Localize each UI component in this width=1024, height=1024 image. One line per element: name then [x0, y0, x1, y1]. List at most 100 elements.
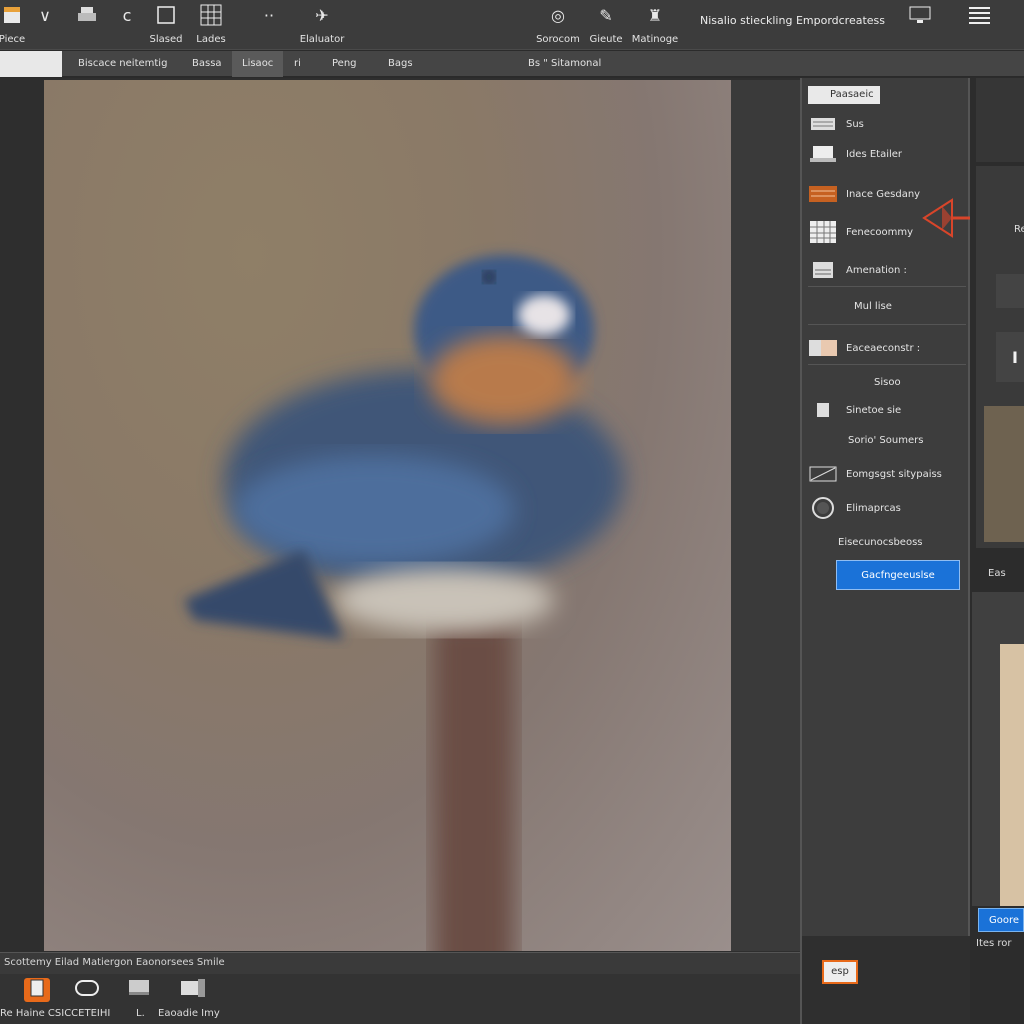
panel-divider	[808, 286, 966, 287]
panel-primary-button[interactable]: Gacfngeeuslse	[836, 560, 960, 590]
monitor-icon	[909, 4, 931, 26]
tools-icon: ✈	[315, 5, 329, 25]
main-toolbar: Piece ∨ ϲ Slased Lades ·· ✈ Elaluator ◎ …	[0, 0, 1024, 50]
toolbar-brush-button[interactable]: ∨	[34, 4, 56, 48]
toolbar-curve-button[interactable]: ϲ	[116, 4, 138, 48]
canvas-gutter	[731, 80, 800, 951]
panel-item-label: Sus	[846, 118, 864, 130]
window-icon	[180, 978, 206, 1002]
monitor-button[interactable]	[126, 978, 152, 1002]
panel-divider	[808, 324, 966, 325]
toolbar-label: Slased	[149, 34, 183, 45]
square-outline-button[interactable]	[24, 978, 50, 1002]
panel-tab[interactable]: Paasaeic	[808, 86, 880, 104]
toolbar-label: Matinoge	[631, 34, 679, 45]
panel-item-label: Eaceaeconstr :	[846, 342, 921, 354]
circle-icon	[808, 497, 838, 519]
panel-item-label: Ides Etailer	[846, 148, 903, 160]
circle-button[interactable]	[74, 978, 100, 1002]
panel-item-label: Amenation :	[846, 264, 907, 276]
panel-item-label: Sisoo	[874, 376, 901, 388]
footer-badge[interactable]: esp	[822, 960, 858, 984]
strip-footer-text: Ites ror	[976, 938, 1012, 949]
curve-icon: ϲ	[122, 5, 132, 25]
toolbar-label: Elaluator	[299, 34, 345, 45]
workspace	[0, 78, 800, 952]
option-item[interactable]: Bs " Sitamonal	[528, 51, 601, 77]
toolbar-label: Gieute	[589, 34, 623, 45]
toolbar-pen-button[interactable]: ✎ Gieute	[586, 4, 626, 48]
panel-item-eisecunoc[interactable]: Eisecunocsbeoss	[808, 528, 966, 556]
toolbar-document-button[interactable]: Piece	[0, 4, 30, 48]
toolbar-grid-button[interactable]: Lades	[190, 4, 232, 48]
panel-item-label: Sinetoe sie	[846, 404, 902, 416]
strip-label: Ree	[1014, 224, 1024, 235]
chart-icon	[808, 260, 838, 280]
dots-icon: ··	[263, 5, 275, 25]
option-item[interactable]: Peng	[332, 51, 357, 77]
panel-item-sitypaiss[interactable]: Eomgsgst sitypaiss	[808, 460, 966, 488]
toolbar-stamp-button[interactable]: ♜ Matinoge	[630, 4, 680, 48]
list-icon	[968, 4, 990, 26]
toolbar-label: Sorocom	[536, 34, 580, 45]
strip-label: Eas	[988, 568, 1006, 579]
strip-panel	[976, 78, 1024, 162]
panel-item-eaceaeconstr[interactable]: Eaceaeconstr :	[808, 334, 966, 362]
panel-item-amenation[interactable]: Amenation :	[808, 256, 966, 284]
strip-preview	[1000, 644, 1024, 906]
table-icon	[808, 221, 838, 243]
camera-icon: ◎	[551, 5, 565, 25]
panel-item-label: Mul lise	[854, 300, 892, 312]
bottom-bar: Re Haine CSICCETEIHI L. Eaoadie Imy	[0, 974, 800, 1024]
panel-item-label: Inace Gesdany	[846, 188, 921, 200]
toolbar-monitor-button[interactable]	[906, 4, 934, 48]
options-swatch[interactable]	[0, 51, 62, 77]
panel-tab-label: Paasaeic	[830, 89, 874, 100]
app-window: Piece ∨ ϲ Slased Lades ·· ✈ Elaluator ◎ …	[0, 0, 1024, 1024]
document-icon	[1, 4, 23, 26]
bottom-label: Eaoadie Imy	[158, 1008, 220, 1019]
panel-item-mul-lise[interactable]: Mul lise	[808, 292, 966, 320]
strip-label: I	[1012, 348, 1018, 367]
panel-item-label: Eisecunocsbeoss	[838, 536, 923, 548]
toolbar-list-button[interactable]	[964, 4, 994, 48]
right-strip: Ree I Eas Goore Ites ror	[970, 78, 1024, 1024]
toolbar-label: Piece	[0, 34, 26, 45]
toolbar-printer-button[interactable]	[74, 4, 100, 48]
toolbar-square-button[interactable]: Slased	[144, 4, 188, 48]
panel-item-soumers[interactable]: Sorio' Soumers	[808, 426, 966, 454]
option-item[interactable]: Biscace neitemtig	[78, 51, 167, 77]
status-bar: Scottemy Eilad Matiergon Eaonorsees Smil…	[0, 952, 800, 974]
option-item[interactable]: ri	[294, 51, 301, 77]
strip-thumbnail[interactable]	[984, 406, 1024, 542]
image-canvas[interactable]	[44, 80, 731, 951]
panel-item-label: Sorio' Soumers	[848, 434, 924, 446]
option-item[interactable]: Bags	[388, 51, 413, 77]
toolbar-dots-button[interactable]: ··	[258, 4, 280, 48]
stamp-icon: ♜	[647, 5, 663, 25]
grid-icon	[200, 4, 222, 26]
toolbar-tools-button[interactable]: ✈ Elaluator	[294, 4, 350, 48]
window-button[interactable]	[180, 978, 206, 1002]
keyboard-icon	[808, 114, 838, 134]
option-item[interactable]: Bassa	[192, 51, 222, 77]
panel-item-sisoo[interactable]: Sisoo	[808, 368, 966, 396]
bottom-label: L.	[136, 1008, 145, 1019]
strip-icon-box[interactable]	[996, 332, 1024, 382]
laptop-icon	[808, 144, 838, 164]
bird-photo	[184, 255, 624, 951]
panel-item-sus[interactable]: Sus	[808, 110, 966, 138]
bottom-label: Re Haine CSICCETEIHI	[0, 1008, 111, 1019]
option-item[interactable]: Lisaoc	[232, 51, 284, 77]
panel-item-editor[interactable]: Ides Etailer	[808, 140, 966, 168]
toolbar-label: Lades	[196, 34, 226, 45]
layers-icon	[808, 184, 838, 204]
panel-item-label: Fenecoommy	[846, 226, 913, 238]
panel-item-sinetoe[interactable]: Sinetoe sie	[808, 396, 966, 424]
palette-icon	[808, 338, 838, 358]
strip-button[interactable]: Goore	[978, 908, 1024, 932]
panel-item-elimaprcas[interactable]: Elimaprcas	[808, 494, 966, 522]
toolbar-title: Nisalio stieckling Empordcreatess	[700, 14, 886, 27]
toolbar-camera-button[interactable]: ◎ Sorocom	[534, 4, 582, 48]
strip-icon-box[interactable]	[996, 274, 1024, 308]
